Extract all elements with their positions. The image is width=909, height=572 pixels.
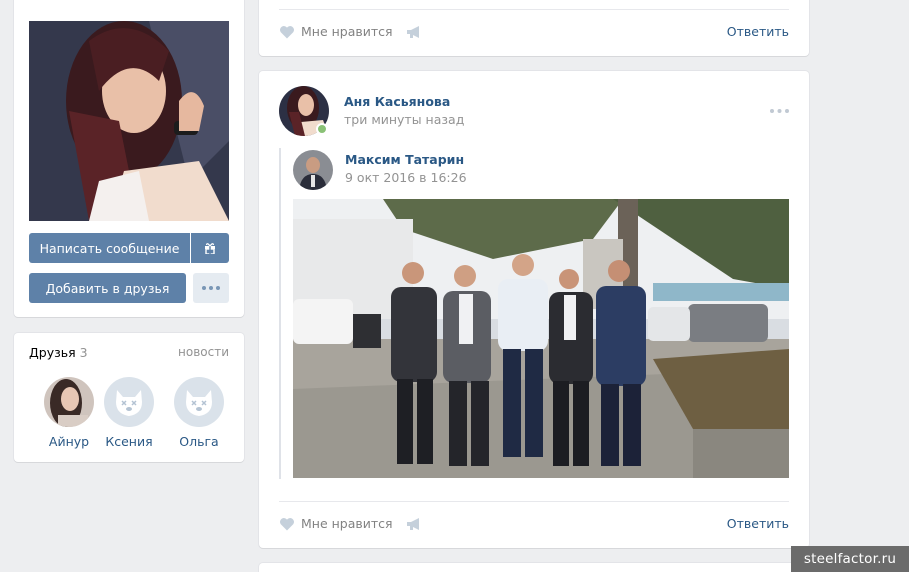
heart-icon — [280, 25, 294, 38]
like-button[interactable]: Мне нравится — [279, 24, 393, 39]
friend-item[interactable]: Ксения — [94, 377, 164, 449]
like-button[interactable]: Мне нравится — [279, 516, 393, 531]
post-author-name[interactable]: Аня Касьянова — [344, 94, 450, 109]
profile-card: Написать сообщение Добавить в друзья — [14, 0, 244, 317]
megaphone-icon — [407, 518, 419, 530]
next-post-card — [259, 563, 809, 572]
previous-post: Мне нравится Ответить — [259, 0, 809, 56]
wall-post: Аня Касьянова три минуты назад Максим Та… — [259, 71, 809, 548]
more-actions-button[interactable] — [193, 273, 229, 303]
gift-button[interactable] — [191, 233, 229, 263]
send-message-button[interactable]: Написать сообщение — [29, 233, 190, 263]
divider — [279, 501, 789, 502]
heart-icon — [280, 517, 294, 530]
online-indicator — [316, 123, 328, 135]
friends-count: 3 — [79, 345, 88, 360]
repost-date[interactable]: 9 окт 2016 в 16:26 — [345, 170, 467, 185]
friend-name[interactable]: Ксения — [94, 434, 164, 449]
friend-item[interactable]: Ольга — [164, 377, 234, 449]
reply-button[interactable]: Ответить — [727, 516, 789, 531]
add-friend-button[interactable]: Добавить в друзья — [29, 273, 186, 303]
deactivated-dog-icon — [104, 377, 154, 427]
friends-news-link[interactable]: новости — [178, 345, 229, 359]
friend-avatar[interactable] — [44, 377, 94, 427]
repost-author-name[interactable]: Максим Татарин — [345, 152, 464, 167]
watermark: steelfactor.ru — [791, 546, 909, 572]
share-button[interactable] — [406, 517, 422, 534]
friend-name[interactable]: Ольга — [164, 434, 234, 449]
gift-icon — [205, 243, 215, 254]
share-button[interactable] — [406, 25, 422, 42]
more-dots-icon — [770, 109, 789, 113]
like-label: Мне нравится — [301, 516, 393, 531]
post-menu-button[interactable] — [770, 101, 789, 116]
friends-title[interactable]: Друзья 3 — [29, 345, 88, 360]
divider — [279, 9, 789, 10]
post-time[interactable]: три минуты назад — [344, 112, 464, 127]
repost-author-avatar[interactable] — [293, 150, 333, 190]
more-dots-icon — [202, 286, 220, 290]
deactivated-dog-icon — [174, 377, 224, 427]
friend-avatar[interactable] — [174, 377, 224, 427]
reply-button[interactable]: Ответить — [727, 24, 789, 39]
megaphone-icon — [407, 26, 419, 38]
post-photo[interactable] — [293, 199, 789, 478]
friends-card: Друзья 3 новости Айнур Ксения Ольга — [14, 333, 244, 462]
like-label: Мне нравится — [301, 24, 393, 39]
repost-bar — [279, 148, 281, 479]
profile-photo[interactable] — [29, 21, 229, 221]
friend-avatar[interactable] — [104, 377, 154, 427]
